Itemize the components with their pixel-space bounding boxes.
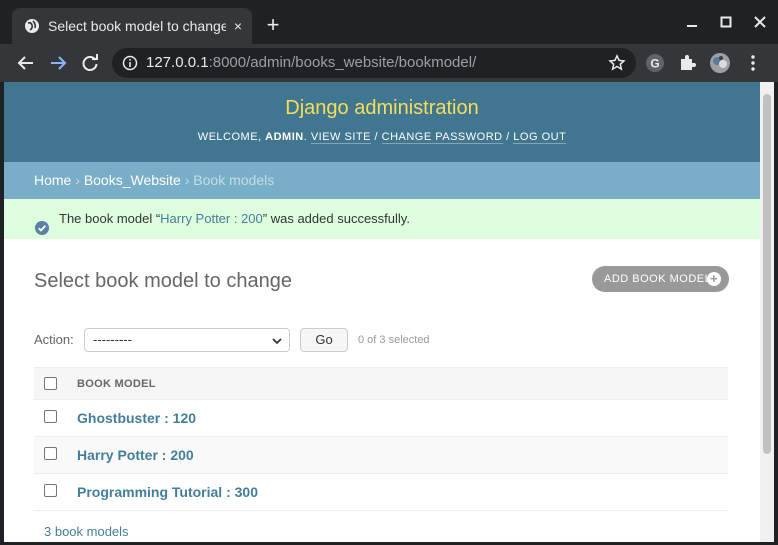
- breadcrumb-separator: ›: [71, 172, 84, 188]
- view-site-link[interactable]: View site: [310, 131, 371, 144]
- breadcrumb: Home › Books_Website › Book models: [4, 162, 760, 199]
- url-host: 127.0.0.1: [146, 54, 209, 71]
- tab-title: Select book model to change: [48, 18, 226, 34]
- row-link[interactable]: Harry Potter : 200: [77, 446, 194, 464]
- welcome-period: .: [303, 131, 311, 143]
- maximize-icon[interactable]: [714, 10, 738, 34]
- vertical-scrollbar[interactable]: [760, 82, 774, 542]
- action-select[interactable]: ---------: [84, 328, 290, 352]
- address-bar[interactable]: 127.0.0.1:8000/admin/books_website/bookm…: [112, 48, 636, 78]
- tab-strip: Select book model to change × +: [0, 0, 778, 44]
- separator: /: [502, 131, 514, 143]
- welcome-text: Welcome,: [197, 131, 266, 143]
- globe-icon: [24, 18, 40, 34]
- url-path: :8000/admin/books_website/bookmodel/: [208, 54, 477, 71]
- breadcrumb-home[interactable]: Home: [34, 172, 71, 188]
- breadcrumb-app[interactable]: Books_Website: [84, 172, 181, 188]
- row-link[interactable]: Ghostbuster : 120: [77, 409, 196, 427]
- kebab-menu-icon[interactable]: [743, 53, 763, 73]
- table-row: Programming Tutorial : 300: [34, 474, 728, 511]
- success-message: The book model “Harry Potter : 200” was …: [4, 199, 760, 239]
- select-all-checkbox[interactable]: [44, 377, 57, 390]
- page-viewport: Django administration Welcome, admin. Vi…: [4, 82, 774, 542]
- browser-toolbar: 127.0.0.1:8000/admin/books_website/bookm…: [0, 44, 778, 82]
- site-name: Django administration: [285, 97, 479, 119]
- table-header: Book model: [34, 367, 728, 400]
- row-checkbox[interactable]: [44, 484, 57, 497]
- minimize-icon[interactable]: [680, 10, 704, 34]
- reload-icon[interactable]: [78, 51, 102, 75]
- table-row: Harry Potter : 200: [34, 437, 728, 474]
- row-checkbox[interactable]: [44, 410, 57, 423]
- close-window-icon[interactable]: [748, 10, 772, 34]
- back-arrow-icon[interactable]: [14, 51, 38, 75]
- browser-window: Select book model to change × + 127.0.0.…: [0, 0, 778, 545]
- puzzle-extensions-icon[interactable]: [677, 53, 697, 73]
- message-suffix: ” was added successfully.: [262, 211, 410, 226]
- bookmark-star-icon[interactable]: [608, 53, 626, 72]
- svg-text:G: G: [650, 57, 659, 71]
- results-table: Book model Ghostbuster : 120 Harry Potte…: [34, 367, 728, 511]
- go-button[interactable]: Go: [300, 328, 348, 352]
- user-tools: Welcome, admin. View site / Change passw…: [4, 129, 760, 145]
- url-text: 127.0.0.1:8000/admin/books_website/bookm…: [146, 54, 476, 72]
- tab-close-icon[interactable]: ×: [230, 18, 246, 34]
- breadcrumb-current: Book models: [193, 172, 275, 188]
- change-password-link[interactable]: Change password: [381, 131, 503, 144]
- page-title: Select book model to change: [34, 270, 292, 292]
- message-object-link[interactable]: Harry Potter : 200: [160, 211, 263, 226]
- new-tab-button[interactable]: +: [262, 14, 284, 36]
- google-extension-icon[interactable]: G: [645, 53, 665, 73]
- profile-avatar[interactable]: [709, 52, 731, 74]
- browser-tab[interactable]: Select book model to change ×: [12, 8, 252, 44]
- site-branding[interactable]: Django administration: [4, 96, 760, 120]
- log-out-link[interactable]: Log out: [513, 131, 567, 144]
- chevron-down-icon: [271, 333, 283, 347]
- forward-arrow-icon[interactable]: [46, 51, 70, 75]
- table-row: Ghostbuster : 120: [34, 400, 728, 437]
- action-label: Action:: [34, 332, 74, 347]
- action-selected-option: ---------: [93, 332, 132, 347]
- admin-header: Django administration Welcome, admin. Vi…: [4, 82, 760, 162]
- paginator-count: 3 book models: [44, 524, 129, 539]
- add-button-label: Add book model: [604, 273, 712, 285]
- info-icon[interactable]: [122, 55, 138, 71]
- check-circle-icon: [35, 211, 49, 235]
- row-link[interactable]: Programming Tutorial : 300: [77, 483, 258, 501]
- plus-icon: +: [707, 272, 721, 286]
- breadcrumb-separator: ›: [180, 172, 194, 188]
- selection-counter: 0 of 3 selected: [358, 334, 430, 346]
- column-header-book-model[interactable]: Book model: [77, 377, 156, 391]
- row-checkbox[interactable]: [44, 447, 57, 460]
- scrollbar-thumb[interactable]: [763, 94, 771, 454]
- message-prefix: The book model “: [59, 211, 161, 226]
- separator: /: [370, 131, 382, 143]
- add-book-model-button[interactable]: Add book model +: [592, 266, 729, 292]
- username: admin: [265, 131, 304, 143]
